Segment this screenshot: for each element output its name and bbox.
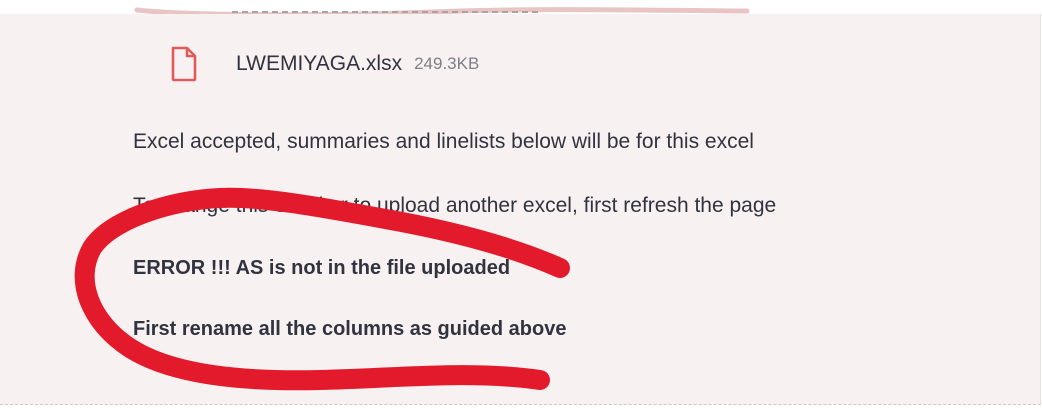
rename-instruction: First rename all the columns as guided a… <box>133 318 567 340</box>
app-viewport: LWEMIYAGA.xlsx 249.3KB Excel accepted, s… <box>0 0 1042 410</box>
accepted-message: Excel accepted, summaries and linelists … <box>133 130 754 153</box>
uploaded-file-row: LWEMIYAGA.xlsx 249.3KB <box>168 44 479 84</box>
file-icon <box>168 44 200 84</box>
uploaded-file-size: 249.3KB <box>414 54 480 73</box>
uploaded-file-name: LWEMIYAGA.xlsx <box>236 52 403 75</box>
change-hint-message: To change this excel or to upload anothe… <box>133 194 777 217</box>
error-message: ERROR !!! AS is not in the file uploaded <box>133 257 511 279</box>
